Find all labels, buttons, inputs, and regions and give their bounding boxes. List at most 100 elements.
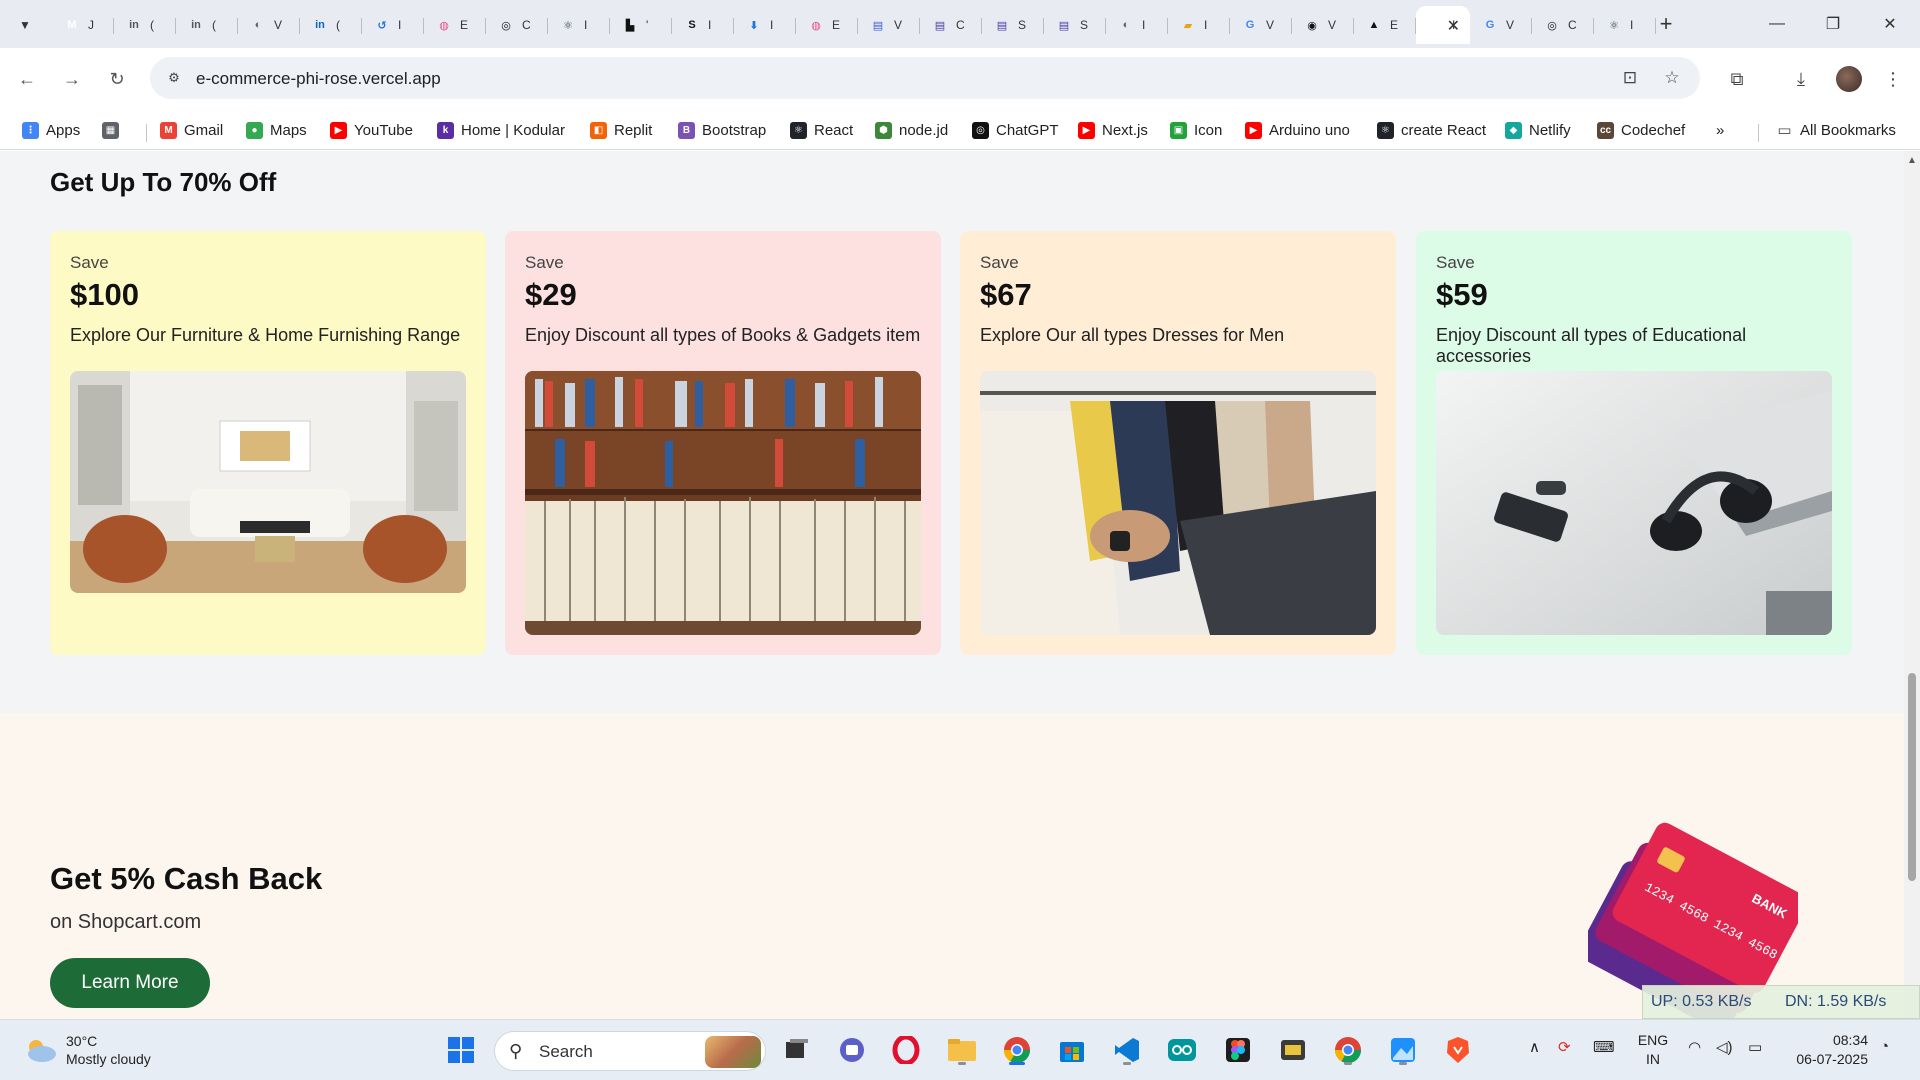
tab-item[interactable]: ▤ V	[858, 6, 920, 44]
show-hidden-icons-chevron[interactable]: ∧	[1529, 1038, 1540, 1056]
bookmark-node-jd[interactable]: ⬢ node.jd	[875, 118, 948, 142]
wifi-icon[interactable]: ◠	[1688, 1038, 1701, 1056]
taskbar-clock[interactable]: 08:34 06-07-2025	[1788, 1031, 1868, 1069]
figma-icon[interactable]	[1220, 1032, 1256, 1068]
tab-item[interactable]: ◎ C	[486, 6, 548, 44]
page-scrollbar[interactable]: ▲	[1904, 151, 1920, 1019]
chrome-profile-icon[interactable]	[1330, 1032, 1366, 1068]
offer-card-dresses[interactable]: Save $67 Explore Our all types Dresses f…	[960, 231, 1396, 655]
tab-item[interactable]: MJ	[52, 6, 114, 44]
tab-item[interactable]: GV	[1470, 6, 1532, 44]
tab-item[interactable]: ⬇ I	[734, 6, 796, 44]
scroll-up-icon[interactable]: ▲	[1907, 155, 1917, 166]
chrome-icon[interactable]	[999, 1032, 1035, 1068]
learn-more-button[interactable]: Learn More	[50, 958, 210, 1008]
teams-chat-icon[interactable]	[834, 1032, 870, 1068]
extensions-icon[interactable]: ⧉	[1722, 64, 1752, 94]
bookmark-arduino-uno[interactable]: ▶ Arduino uno	[1245, 118, 1350, 142]
bookmark-tab-groups[interactable]: ▦	[102, 118, 126, 142]
tab-item[interactable]: SI	[672, 6, 734, 44]
weather-widget[interactable]: 30°C Mostly cloudy	[22, 1032, 151, 1068]
install-app-icon[interactable]: ⊡	[1618, 67, 1642, 89]
forward-icon[interactable]: →	[57, 64, 87, 94]
vscode-icon[interactable]	[1109, 1032, 1145, 1068]
tab-active[interactable]: I ✕	[1416, 6, 1470, 44]
tab-item[interactable]: ◍ E	[424, 6, 486, 44]
bookmark-next-js[interactable]: ▶ Next.js	[1078, 118, 1148, 142]
address-bar[interactable]: ⚙ e-commerce-phi-rose.vercel.app ⊡ ☆	[150, 57, 1700, 99]
tab-title: S	[1018, 18, 1027, 32]
all-bookmarks-button[interactable]: ▭ All Bookmarks	[1776, 118, 1895, 142]
tab-item[interactable]: GV	[1230, 6, 1292, 44]
bookmark-icon[interactable]: ▣ Icon	[1170, 118, 1222, 142]
tab-item[interactable]: ▙ '	[610, 6, 672, 44]
tab-item[interactable]: ◍ E	[796, 6, 858, 44]
close-window-icon[interactable]: ✕	[1875, 10, 1905, 38]
tab-item[interactable]: ⚛ I	[1594, 6, 1656, 44]
app-icon-yellow[interactable]	[1275, 1032, 1311, 1068]
tab-item[interactable]: ▰ I	[1168, 6, 1230, 44]
arduino-ide-icon[interactable]	[1164, 1032, 1200, 1068]
downloads-icon[interactable]: ⤓	[1786, 64, 1816, 94]
bookmark-youtube[interactable]: ▶ YouTube	[330, 118, 413, 142]
close-tab-icon[interactable]: ✕	[1447, 16, 1460, 36]
offer-card-educational[interactable]: Save $59 Enjoy Discount all types of Edu…	[1416, 231, 1852, 655]
tab-item[interactable]: ▲ E	[1354, 6, 1416, 44]
tab-item[interactable]: in (	[300, 6, 362, 44]
task-view-icon[interactable]	[778, 1032, 814, 1068]
offer-card-books[interactable]: Save $29 Enjoy Discount all types of Boo…	[505, 231, 941, 655]
taskbar-search[interactable]: ⚲ Search	[494, 1031, 766, 1071]
clothes-rack-image	[980, 371, 1376, 635]
bookmark-gmail[interactable]: M Gmail	[160, 118, 223, 142]
menu-kebab-icon[interactable]: ⋮	[1878, 64, 1908, 94]
bookmark-bootstrap[interactable]: B Bootstrap	[678, 118, 766, 142]
bookmark-chatgpt[interactable]: ◎ ChatGPT	[972, 118, 1059, 142]
minimize-icon[interactable]: —	[1762, 10, 1792, 38]
tab-item[interactable]: ⚛ I	[548, 6, 610, 44]
bookmark-star-icon[interactable]: ☆	[1660, 67, 1684, 89]
tab-item[interactable]: ◉ V	[1292, 6, 1354, 44]
bookmark-maps[interactable]: ● Maps	[246, 118, 307, 142]
tab-item[interactable]: ▤ C	[920, 6, 982, 44]
bookmark-react[interactable]: ⚛ React	[790, 118, 853, 142]
reload-icon[interactable]: ↻	[102, 64, 132, 94]
volume-icon[interactable]: ◁)	[1716, 1038, 1733, 1056]
bookmark-create-react[interactable]: ⚛ create React	[1377, 118, 1486, 142]
profile-avatar[interactable]	[1836, 66, 1862, 92]
bookmark-label: Arduino uno	[1269, 121, 1350, 139]
site-info-icon[interactable]: ⚙	[164, 68, 184, 88]
bookmark-codechef[interactable]: cc Codechef	[1597, 118, 1685, 142]
bookmarks-overflow-icon[interactable]: »	[1716, 118, 1724, 142]
bookmark-netlify[interactable]: ◆ Netlify	[1505, 118, 1571, 142]
scrollbar-thumb[interactable]	[1908, 673, 1916, 881]
tab-item[interactable]: ↺ I	[362, 6, 424, 44]
photos-icon[interactable]	[1385, 1032, 1421, 1068]
keyboard-icon[interactable]: ⌨	[1593, 1038, 1615, 1056]
brave-icon[interactable]	[1440, 1032, 1476, 1068]
tab-item[interactable]: ◐ V	[238, 6, 300, 44]
windows-start-icon[interactable]	[443, 1032, 479, 1068]
file-explorer-icon[interactable]	[944, 1032, 980, 1068]
new-tab-button[interactable]: +	[1652, 10, 1680, 38]
tab-item[interactable]: ▤ S	[1044, 6, 1106, 44]
tab-item[interactable]: ◐ I	[1106, 6, 1168, 44]
back-icon[interactable]: ←	[12, 64, 42, 94]
icon-site-icon: ▣	[1170, 121, 1187, 139]
url-text[interactable]: e-commerce-phi-rose.vercel.app	[196, 69, 441, 89]
restore-icon[interactable]: ❐	[1818, 10, 1848, 38]
notifications-icon[interactable]: ◔	[1880, 1038, 1889, 1055]
opera-icon[interactable]	[888, 1032, 924, 1068]
sync-icon[interactable]: ⟳	[1558, 1038, 1571, 1056]
language-indicator[interactable]: ENG IN	[1636, 1031, 1670, 1069]
tab-item[interactable]: in (	[176, 6, 238, 44]
offer-card-furniture[interactable]: Save $100 Explore Our Furniture & Home F…	[50, 231, 486, 655]
tab-item[interactable]: ◎ C	[1532, 6, 1594, 44]
tab-item[interactable]: in (	[114, 6, 176, 44]
bookmark-apps[interactable]: ⋮ Apps	[22, 118, 80, 142]
tab-item[interactable]: ▤ S	[982, 6, 1044, 44]
tab-search-chevron-icon[interactable]: ▼	[12, 12, 38, 38]
microsoft-store-icon[interactable]	[1054, 1032, 1090, 1068]
battery-icon[interactable]: ▭	[1748, 1038, 1762, 1056]
bookmark-home-kodular[interactable]: k Home | Kodular	[437, 118, 565, 142]
bookmark-replit[interactable]: ◧ Replit	[590, 118, 652, 142]
